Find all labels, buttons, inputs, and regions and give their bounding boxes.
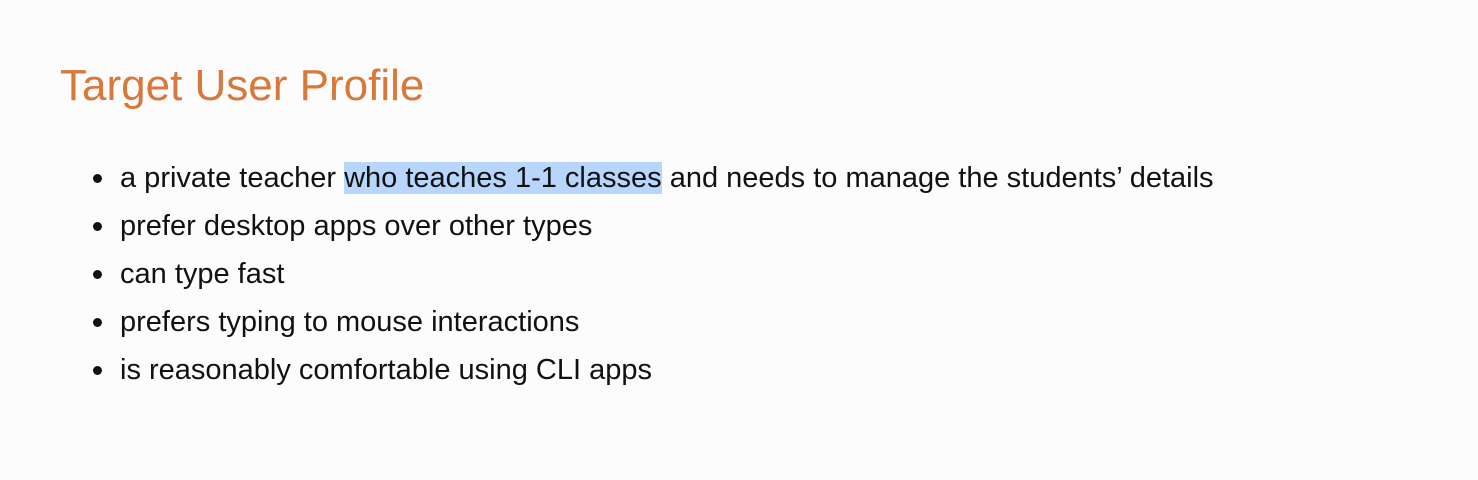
list-item: a private teacher who teaches 1-1 classe… bbox=[0, 154, 1214, 202]
user-profile-list: a private teacher who teaches 1-1 classe… bbox=[0, 154, 1214, 394]
list-item: prefers typing to mouse interactions bbox=[0, 298, 1214, 346]
page-title: Target User Profile bbox=[60, 61, 425, 110]
selected-text[interactable]: who teaches 1-1 classes bbox=[344, 162, 662, 194]
list-item: is reasonably comfortable using CLI apps bbox=[0, 346, 1214, 394]
list-item-text: prefers typing to mouse interactions bbox=[120, 306, 580, 338]
bullet-icon bbox=[93, 174, 102, 183]
list-item: can type fast bbox=[0, 250, 1214, 298]
bullet-icon bbox=[93, 318, 102, 327]
list-item-text-after: and needs to manage the students’ detail… bbox=[661, 162, 1214, 194]
bullet-icon bbox=[93, 222, 102, 231]
list-item-text: can type fast bbox=[120, 258, 285, 290]
document-page: Target User Profile a private teacher wh… bbox=[0, 0, 1478, 480]
bullet-icon bbox=[93, 270, 102, 279]
bullet-icon bbox=[93, 366, 102, 375]
list-item: prefer desktop apps over other types bbox=[0, 202, 1214, 250]
list-item-text: prefer desktop apps over other types bbox=[120, 210, 593, 242]
list-item-text: is reasonably comfortable using CLI apps bbox=[120, 354, 652, 386]
list-item-text-before: a private teacher bbox=[120, 162, 345, 194]
